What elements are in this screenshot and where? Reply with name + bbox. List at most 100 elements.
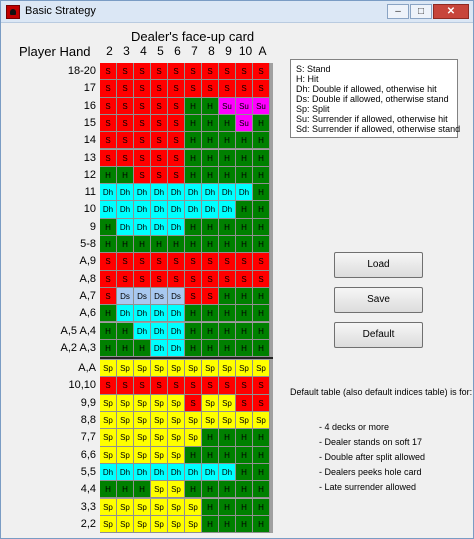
strategy-cell[interactable]: H	[219, 429, 236, 447]
strategy-cell[interactable]: H	[185, 339, 202, 358]
strategy-cell[interactable]: H	[185, 114, 202, 133]
strategy-cell[interactable]: S	[253, 270, 270, 288]
strategy-cell[interactable]: Sp	[151, 481, 168, 499]
load-button[interactable]: Load	[334, 252, 423, 278]
strategy-cell[interactable]: H	[253, 498, 270, 516]
strategy-cell[interactable]: Ds	[168, 287, 185, 306]
strategy-cell[interactable]: S	[151, 80, 168, 98]
strategy-cell[interactable]: H	[117, 322, 134, 340]
strategy-cell[interactable]: S	[202, 63, 219, 81]
strategy-cell[interactable]: S	[100, 270, 117, 288]
minimize-icon[interactable]: –	[387, 4, 409, 19]
strategy-cell[interactable]: Sp	[151, 360, 168, 378]
strategy-cell[interactable]: Dh	[185, 201, 202, 219]
strategy-cell[interactable]: Sp	[151, 515, 168, 534]
strategy-cell[interactable]: S	[185, 63, 202, 81]
strategy-cell[interactable]: S	[253, 80, 270, 98]
strategy-cell[interactable]: Dh	[134, 463, 151, 482]
strategy-cell[interactable]: Dh	[219, 463, 236, 482]
strategy-cell[interactable]: S	[168, 149, 185, 167]
close-icon[interactable]: ✕	[433, 4, 469, 19]
strategy-cell[interactable]: S	[168, 80, 185, 98]
strategy-cell[interactable]: H	[100, 218, 117, 236]
strategy-cell[interactable]: H	[236, 463, 253, 482]
strategy-cell[interactable]: S	[117, 80, 134, 98]
strategy-cell[interactable]: H	[236, 287, 253, 306]
strategy-cell[interactable]: Dh	[117, 218, 134, 236]
strategy-cell[interactable]: S	[117, 114, 134, 133]
strategy-cell[interactable]: Sp	[168, 446, 185, 464]
strategy-cell[interactable]: H	[134, 339, 151, 358]
strategy-cell[interactable]: H	[185, 305, 202, 323]
strategy-cell[interactable]: Dh	[100, 463, 117, 482]
strategy-cell[interactable]: H	[100, 339, 117, 358]
strategy-cell[interactable]: Dh	[202, 201, 219, 219]
strategy-cell[interactable]: H	[117, 339, 134, 358]
strategy-cell[interactable]: S	[117, 253, 134, 271]
strategy-cell[interactable]: H	[219, 218, 236, 236]
strategy-cell[interactable]: Sp	[202, 360, 219, 378]
strategy-cell[interactable]: Sp	[236, 412, 253, 430]
strategy-cell[interactable]: S	[219, 377, 236, 395]
strategy-cell[interactable]: H	[219, 149, 236, 167]
strategy-cell[interactable]: S	[100, 253, 117, 271]
strategy-cell[interactable]: H	[236, 339, 253, 358]
strategy-cell[interactable]: Sp	[236, 360, 253, 378]
strategy-cell[interactable]: H	[202, 236, 219, 254]
strategy-cell[interactable]: H	[185, 236, 202, 254]
strategy-cell[interactable]: S	[253, 253, 270, 271]
strategy-cell[interactable]: H	[253, 429, 270, 447]
default-button[interactable]: Default	[334, 322, 423, 348]
strategy-cell[interactable]: S	[202, 377, 219, 395]
strategy-cell[interactable]: S	[151, 97, 168, 115]
strategy-cell[interactable]: S	[219, 63, 236, 81]
strategy-cell[interactable]: Sp	[185, 498, 202, 516]
strategy-cell[interactable]: S	[253, 394, 270, 412]
strategy-grid[interactable]: S S S S S S S S S S S S S S S S S S S S S S S S S H H Su Su Su S S S S S H H…	[100, 63, 273, 534]
strategy-cell[interactable]: H	[185, 97, 202, 115]
strategy-cell[interactable]: H	[253, 166, 270, 185]
strategy-cell[interactable]: H	[117, 166, 134, 185]
strategy-cell[interactable]: H	[236, 132, 253, 150]
strategy-cell[interactable]: S	[202, 253, 219, 271]
strategy-cell[interactable]: H	[253, 339, 270, 358]
strategy-cell[interactable]: H	[202, 166, 219, 185]
strategy-cell[interactable]: S	[185, 253, 202, 271]
strategy-cell[interactable]: S	[134, 132, 151, 150]
strategy-cell[interactable]: S	[134, 80, 151, 98]
strategy-cell[interactable]: S	[134, 377, 151, 395]
strategy-cell[interactable]: S	[134, 97, 151, 115]
strategy-cell[interactable]: H	[168, 236, 185, 254]
strategy-cell[interactable]: H	[117, 481, 134, 499]
strategy-cell[interactable]: H	[236, 515, 253, 534]
strategy-cell[interactable]: H	[134, 481, 151, 499]
strategy-cell[interactable]: Dh	[219, 201, 236, 219]
strategy-cell[interactable]: H	[185, 322, 202, 340]
strategy-cell[interactable]: Sp	[100, 429, 117, 447]
strategy-cell[interactable]: Dh	[134, 322, 151, 340]
strategy-cell[interactable]: Sp	[168, 429, 185, 447]
strategy-cell[interactable]: Dh	[134, 184, 151, 202]
strategy-cell[interactable]: Dh	[168, 339, 185, 358]
strategy-cell[interactable]: Sp	[134, 498, 151, 516]
strategy-cell[interactable]: S	[168, 166, 185, 185]
strategy-cell[interactable]: H	[253, 114, 270, 133]
strategy-cell[interactable]: Dh	[117, 305, 134, 323]
strategy-cell[interactable]: H	[219, 287, 236, 306]
strategy-cell[interactable]: H	[202, 339, 219, 358]
strategy-cell[interactable]: H	[219, 515, 236, 534]
strategy-cell[interactable]: Dh	[185, 184, 202, 202]
strategy-cell[interactable]: Sp	[100, 446, 117, 464]
strategy-cell[interactable]: S	[100, 80, 117, 98]
strategy-cell[interactable]: H	[219, 132, 236, 150]
strategy-cell[interactable]: H	[202, 446, 219, 464]
strategy-cell[interactable]: Dh	[151, 201, 168, 219]
strategy-cell[interactable]: H	[202, 149, 219, 167]
strategy-cell[interactable]: Su	[236, 114, 253, 133]
strategy-cell[interactable]: Sp	[151, 429, 168, 447]
strategy-cell[interactable]: S	[151, 132, 168, 150]
strategy-cell[interactable]: S	[185, 270, 202, 288]
strategy-cell[interactable]: Sp	[117, 429, 134, 447]
strategy-cell[interactable]: Sp	[100, 515, 117, 534]
strategy-cell[interactable]: Dh	[168, 184, 185, 202]
